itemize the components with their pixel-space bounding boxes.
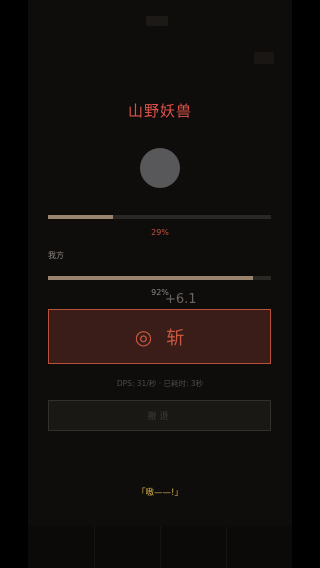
enemy-shout: 「嗷——!」 [137,488,183,498]
enemy-avatar [140,148,180,188]
enemy-hp-percent: 29% [151,228,169,237]
battle-stats: DPS: 31/秒 · 已耗时: 3秒 [116,379,204,388]
target-icon: ◎ [134,324,153,349]
top-header-faint [28,12,292,64]
flee-button[interactable]: 撤退 [48,400,271,431]
corner-mark [254,52,274,64]
player-hp-fill [48,276,254,280]
bottom-divider [226,526,227,568]
slash-button[interactable]: ◎ 斩 [48,309,271,364]
player-hp-bar [48,276,271,280]
bottom-strip [28,526,292,568]
enemy-hp-fill [48,215,113,219]
enemy-name: 山野妖兽 [127,102,192,120]
slash-button-label: 斩 [166,327,185,349]
floating-gain-number: +6.1 [165,292,197,307]
bottom-divider [94,526,95,568]
header-mark [146,16,168,26]
enemy-hp-bar [48,215,271,219]
bottom-divider [160,526,161,568]
battle-screen: 山野妖兽 29% 我方 92% +6.1 ◎ 斩 DPS: 31/秒 · 已耗时… [28,0,292,568]
player-label: 我方 [48,251,64,260]
player-hp-percent: 92% [151,288,169,297]
